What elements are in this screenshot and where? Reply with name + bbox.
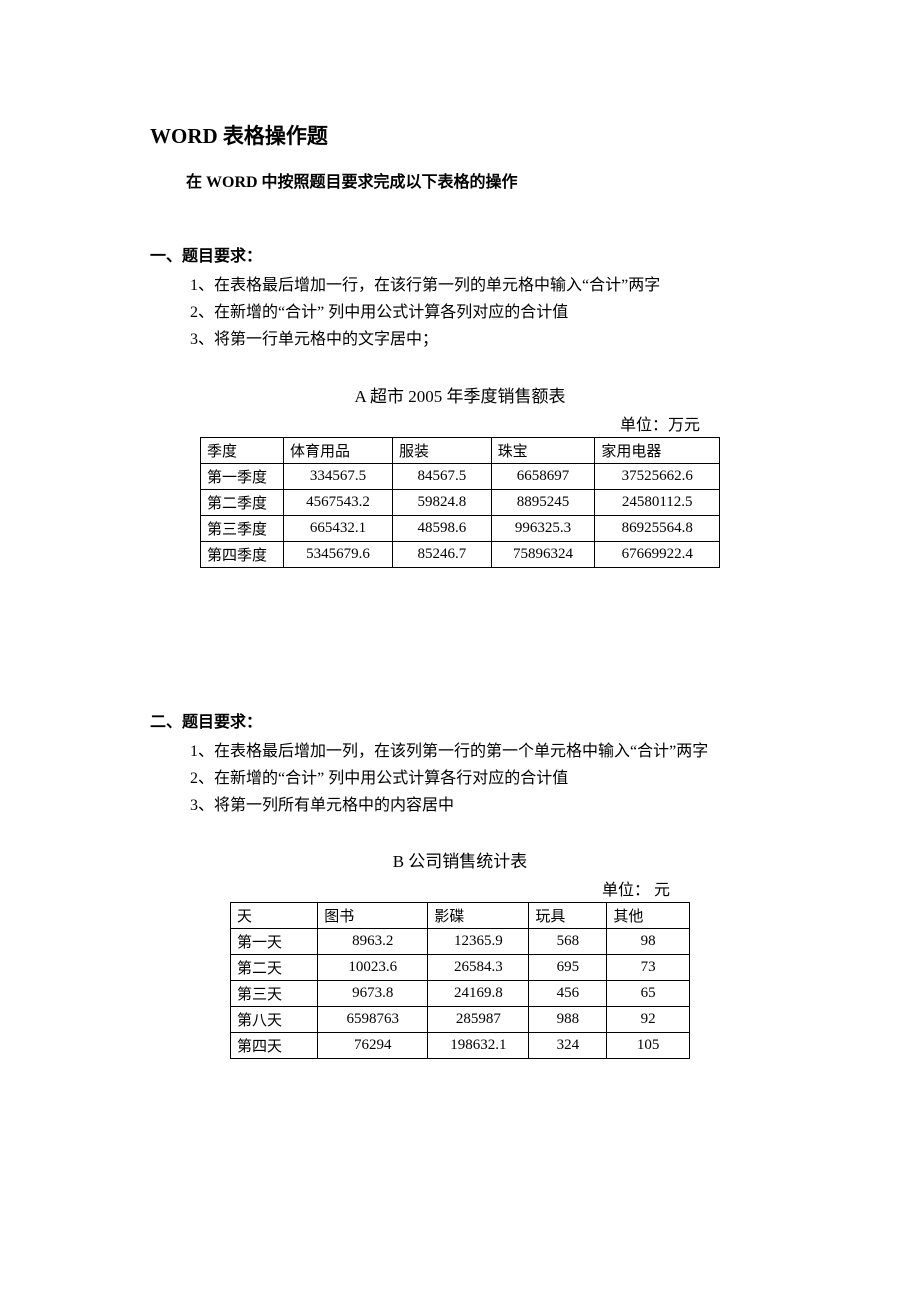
requirement-item: 2、在新增的“合计” 列中用公式计算各行对应的合计值	[190, 765, 770, 792]
table-row: 第二季度 4567543.2 59824.8 8895245 24580112.…	[201, 489, 720, 515]
table-cell: 第一天	[231, 929, 318, 955]
table-cell: 67669922.4	[595, 541, 720, 567]
table2: 天 图书 影碟 玩具 其他 第一天 8963.2 12365.9 568 98 …	[230, 902, 690, 1059]
table-cell: 24580112.5	[595, 489, 720, 515]
table2-unit: 单位： 元	[602, 876, 670, 900]
table2-title: B 公司销售统计表	[150, 847, 770, 872]
table-cell: 48598.6	[393, 515, 492, 541]
table-cell: 26584.3	[428, 955, 529, 981]
table-cell: 76294	[318, 1033, 428, 1059]
table-cell: 5345679.6	[284, 541, 393, 567]
table1-unit: 单位：万元	[620, 411, 700, 435]
table-row: 天 图书 影碟 玩具 其他	[231, 903, 690, 929]
requirement-item: 1、在表格最后增加一行，在该行第一列的单元格中输入“合计”两字	[190, 272, 770, 299]
table-cell: 92	[607, 1007, 690, 1033]
table-cell: 24169.8	[428, 981, 529, 1007]
requirement-item: 2、在新增的“合计” 列中用公式计算各列对应的合计值	[190, 299, 770, 326]
section2-requirements: 1、在表格最后增加一列，在该列第一行的第一个单元格中输入“合计”两字 2、在新增…	[150, 738, 770, 820]
table-cell: 988	[529, 1007, 607, 1033]
table-row: 季度 体育用品 服装 珠宝 家用电器	[201, 437, 720, 463]
table-cell: 84567.5	[393, 463, 492, 489]
table-row: 第三天 9673.8 24169.8 456 65	[231, 981, 690, 1007]
table-header-cell: 玩具	[529, 903, 607, 929]
table-cell: 4567543.2	[284, 489, 393, 515]
table-header-cell: 珠宝	[491, 437, 595, 463]
table-cell: 198632.1	[428, 1033, 529, 1059]
table-cell: 12365.9	[428, 929, 529, 955]
section1-heading: 一、题目要求：	[150, 242, 770, 266]
table-row: 第八天 6598763 285987 988 92	[231, 1007, 690, 1033]
requirement-item: 3、将第一列所有单元格中的内容居中	[190, 792, 770, 819]
table-cell: 285987	[428, 1007, 529, 1033]
table-header-cell: 体育用品	[284, 437, 393, 463]
table-cell: 第三天	[231, 981, 318, 1007]
table-header-cell: 服装	[393, 437, 492, 463]
requirement-item: 3、将第一行单元格中的文字居中；	[190, 326, 770, 353]
table-row: 第一季度 334567.5 84567.5 6658697 37525662.6	[201, 463, 720, 489]
table-cell: 98	[607, 929, 690, 955]
table-cell: 568	[529, 929, 607, 955]
table-cell: 324	[529, 1033, 607, 1059]
table-cell: 6598763	[318, 1007, 428, 1033]
table1-title: A 超市 2005 年季度销售额表	[150, 382, 770, 407]
table-row: 第四季度 5345679.6 85246.7 75896324 67669922…	[201, 541, 720, 567]
table-cell: 73	[607, 955, 690, 981]
table-cell: 第四天	[231, 1033, 318, 1059]
table-header-cell: 图书	[318, 903, 428, 929]
table-header-cell: 家用电器	[595, 437, 720, 463]
table-cell: 665432.1	[284, 515, 393, 541]
table-cell: 6658697	[491, 463, 595, 489]
table-row: 第二天 10023.6 26584.3 695 73	[231, 955, 690, 981]
table-header-cell: 其他	[607, 903, 690, 929]
table-cell: 456	[529, 981, 607, 1007]
table-row: 第一天 8963.2 12365.9 568 98	[231, 929, 690, 955]
table-cell: 第四季度	[201, 541, 284, 567]
table-row: 第四天 76294 198632.1 324 105	[231, 1033, 690, 1059]
table-cell: 334567.5	[284, 463, 393, 489]
table1: 季度 体育用品 服装 珠宝 家用电器 第一季度 334567.5 84567.5…	[200, 437, 720, 568]
section1-requirements: 1、在表格最后增加一行，在该行第一列的单元格中输入“合计”两字 2、在新增的“合…	[150, 272, 770, 354]
table-cell: 37525662.6	[595, 463, 720, 489]
subtitle: 在 WORD 中按照题目要求完成以下表格的操作	[150, 168, 770, 192]
table-cell: 第二天	[231, 955, 318, 981]
table-cell: 695	[529, 955, 607, 981]
table-cell: 第二季度	[201, 489, 284, 515]
table-cell: 第八天	[231, 1007, 318, 1033]
table-header-cell: 季度	[201, 437, 284, 463]
table-cell: 65	[607, 981, 690, 1007]
table-cell: 8895245	[491, 489, 595, 515]
table-cell: 9673.8	[318, 981, 428, 1007]
main-title: WORD 表格操作题	[150, 120, 770, 150]
requirement-item: 1、在表格最后增加一列，在该列第一行的第一个单元格中输入“合计”两字	[190, 738, 770, 765]
table-header-cell: 影碟	[428, 903, 529, 929]
table-cell: 996325.3	[491, 515, 595, 541]
table-cell: 8963.2	[318, 929, 428, 955]
table-header-cell: 天	[231, 903, 318, 929]
section2-heading: 二、题目要求：	[150, 708, 770, 732]
table-cell: 第三季度	[201, 515, 284, 541]
table-cell: 59824.8	[393, 489, 492, 515]
table-cell: 75896324	[491, 541, 595, 567]
table-cell: 10023.6	[318, 955, 428, 981]
table-cell: 第一季度	[201, 463, 284, 489]
table-cell: 105	[607, 1033, 690, 1059]
table-row: 第三季度 665432.1 48598.6 996325.3 86925564.…	[201, 515, 720, 541]
table-cell: 85246.7	[393, 541, 492, 567]
table-cell: 86925564.8	[595, 515, 720, 541]
